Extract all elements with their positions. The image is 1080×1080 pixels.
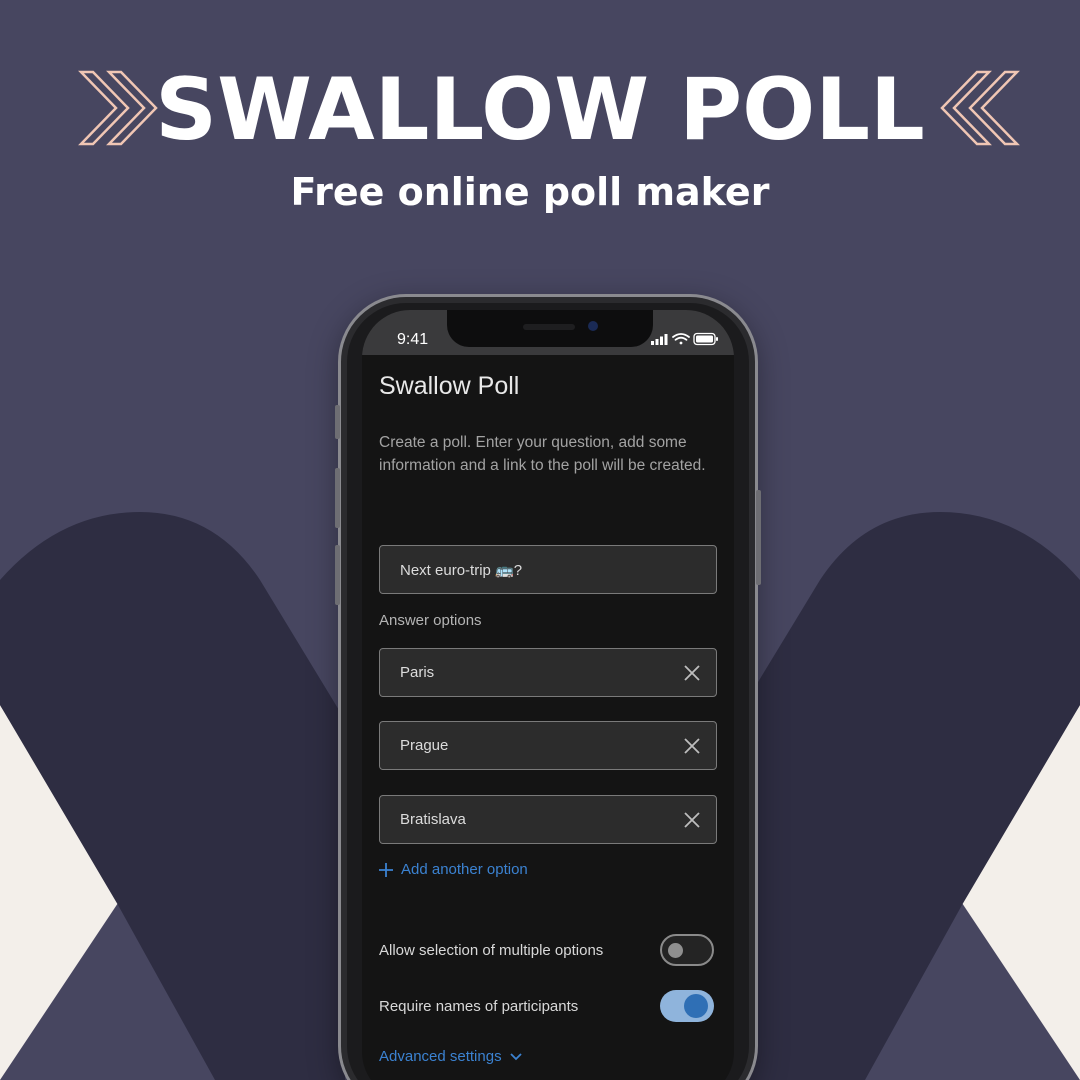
toggle-label: Allow selection of multiple options (379, 941, 604, 959)
app-title: Swallow Poll (379, 372, 520, 400)
notch (447, 310, 653, 347)
power-button (756, 490, 761, 585)
wifi-icon (672, 333, 690, 345)
volume-down-button (335, 545, 340, 605)
option-value: Prague (400, 737, 449, 754)
option-input-2[interactable]: Prague (379, 721, 717, 770)
multiple-options-toggle[interactable] (660, 934, 714, 966)
toggle-knob (668, 943, 683, 958)
banner-subtitle: Free online poll maker (290, 170, 770, 214)
chevron-down-icon (509, 1052, 522, 1060)
close-icon[interactable] (684, 738, 700, 754)
headline: SWALLOW POLL (0, 60, 1080, 160)
status-bar: 9:41 (362, 310, 734, 355)
option-value: Paris (400, 664, 435, 681)
option-value: Bratislava (400, 811, 466, 828)
app-description: Create a poll. Enter your question, add … (379, 434, 706, 474)
banner-title: SWALLOW POLL (155, 60, 925, 160)
add-option-label: Add another option (401, 861, 528, 878)
toggle-row-multiple: Allow selection of multiple options (379, 933, 717, 967)
answer-options-label: Answer options (379, 612, 482, 629)
speaker (523, 324, 575, 330)
close-icon[interactable] (684, 812, 700, 828)
status-icons (651, 332, 718, 346)
battery-icon (693, 332, 718, 346)
require-names-toggle[interactable] (660, 990, 714, 1022)
add-option-button[interactable]: Add another option (379, 861, 528, 878)
toggle-label: Require names of participants (379, 997, 579, 1015)
toggle-knob (684, 994, 708, 1018)
close-icon[interactable] (684, 665, 700, 681)
status-time: 9:41 (397, 331, 429, 348)
signal-icon (651, 334, 668, 345)
phone-screen: 9:41 Swallow Poll Create a poll. Enter y… (362, 310, 734, 1080)
volume-up-button (335, 468, 340, 528)
option-input-1[interactable]: Paris (379, 648, 717, 697)
toggle-row-names: Require names of participants (379, 989, 717, 1023)
question-value: Next euro-trip 🚌? (400, 561, 523, 579)
mute-switch (335, 405, 340, 439)
advanced-settings-button[interactable]: Advanced settings (379, 1048, 522, 1065)
plus-icon (379, 862, 393, 877)
option-input-3[interactable]: Bratislava (379, 795, 717, 844)
advanced-settings-label: Advanced settings (379, 1048, 502, 1065)
question-input[interactable]: Next euro-trip 🚌? (379, 545, 717, 594)
camera (588, 321, 598, 331)
